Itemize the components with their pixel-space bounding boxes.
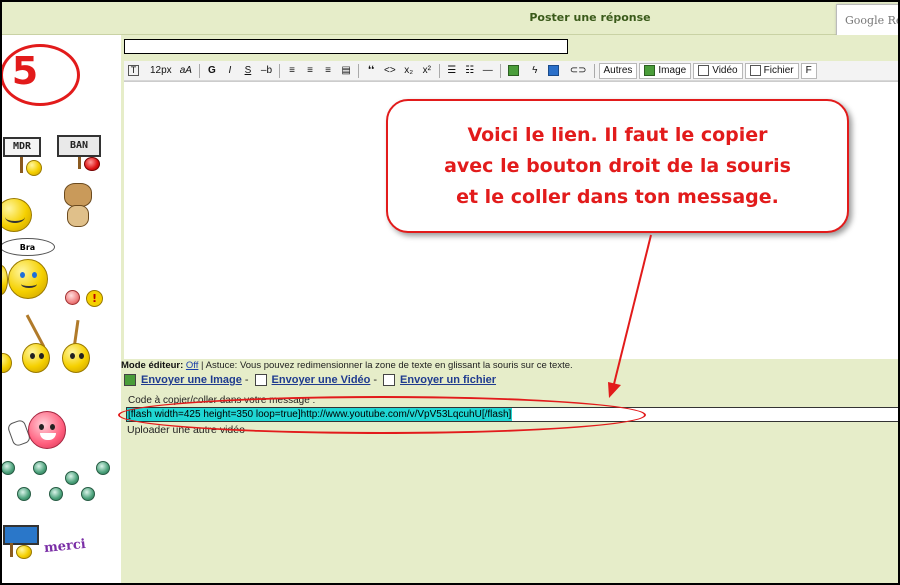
annotation-arrow [608, 234, 652, 398]
